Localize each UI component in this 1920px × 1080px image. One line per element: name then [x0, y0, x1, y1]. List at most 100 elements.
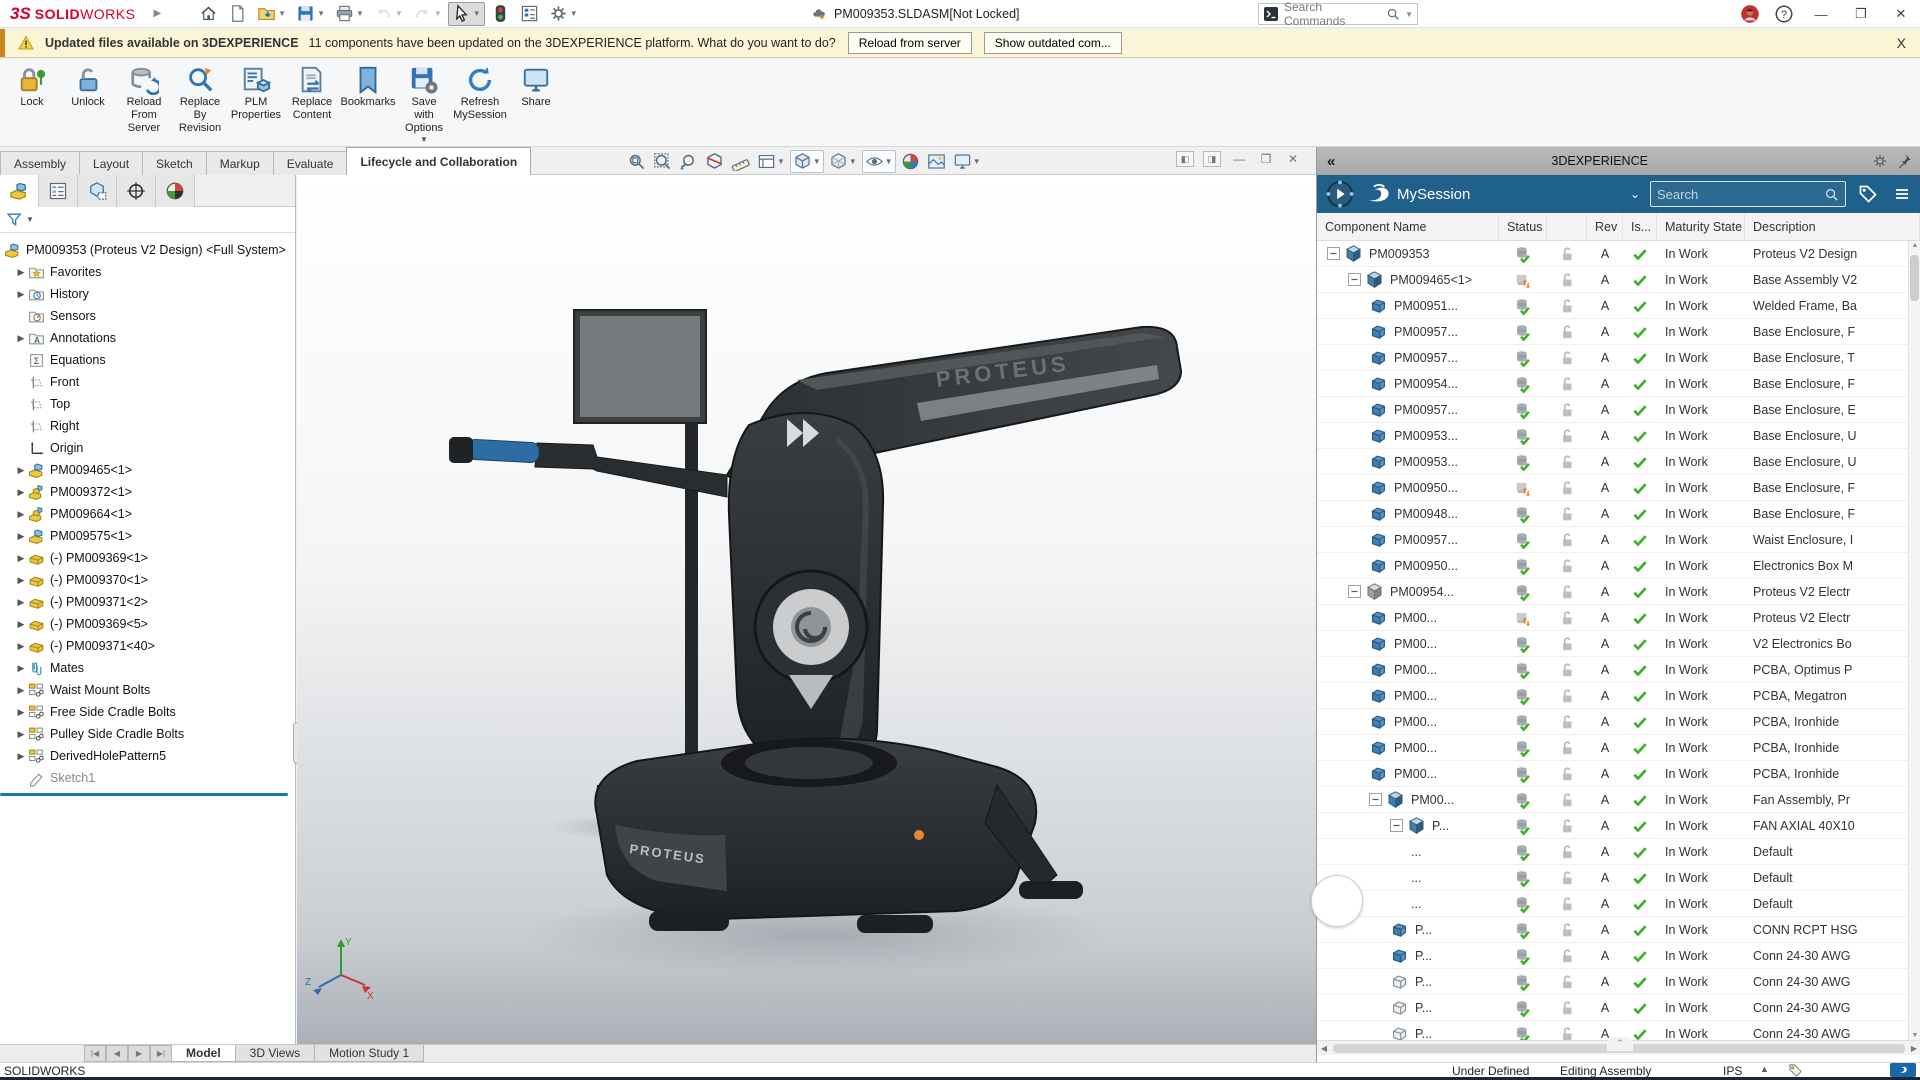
filter-caret-icon[interactable]: ▼ — [26, 215, 34, 224]
viewport-close-icon[interactable]: ✕ — [1284, 151, 1302, 167]
tab-last-icon[interactable]: ▶| — [150, 1045, 172, 1062]
hud-monitor-button[interactable]: ▼ — [951, 151, 983, 172]
open-button[interactable]: ▼ — [253, 2, 290, 26]
tree-item-history[interactable]: ▶ History — [0, 283, 295, 305]
model-tab-motion-study-1[interactable]: Motion Study 1 — [314, 1045, 425, 1062]
featuremanager-tab-pt-asm[interactable] — [0, 175, 39, 207]
hud-scene-button[interactable] — [925, 151, 948, 172]
component-row-[interactable]: ... A In Work Default — [1317, 839, 1920, 865]
collapse-box-icon[interactable] — [1390, 819, 1403, 832]
expand-arrow-icon[interactable]: ▶ — [14, 267, 28, 278]
component-row-pm00[interactable]: PM00... A In Work Fan Assembly, Pr — [1317, 787, 1920, 813]
dock-left-icon[interactable]: ◧ — [1176, 151, 1194, 167]
notification-close-icon[interactable]: X — [1897, 35, 1906, 51]
component-row-p[interactable]: P... A In Work Conn 24-30 AWG — [1317, 943, 1920, 969]
tree-item-equations[interactable]: Σ Equations — [0, 349, 295, 371]
save-caret-icon[interactable]: ▼ — [317, 9, 325, 18]
component-row-pm00953[interactable]: PM00953... A In Work Base Enclosure, U — [1317, 449, 1920, 475]
hud-section-button[interactable] — [703, 151, 726, 172]
component-row-p[interactable]: P... A In Work CONN RCPT HSG — [1317, 917, 1920, 943]
3dcompass-icon[interactable] — [1325, 179, 1355, 209]
dock-right-icon[interactable]: ◨ — [1203, 151, 1221, 167]
component-row-p[interactable]: P... A In Work Conn 24-30 AWG — [1317, 995, 1920, 1021]
expand-arrow-icon[interactable]: ▶ — [14, 531, 28, 542]
tab-sketch[interactable]: Sketch — [142, 151, 207, 175]
featuremanager-tab-pt-cfg[interactable] — [78, 175, 117, 207]
viewport-restore-icon[interactable]: ❐ — [1257, 151, 1275, 167]
gear-caret-icon[interactable]: ▼ — [570, 9, 578, 18]
model-tab-model[interactable]: Model — [171, 1045, 236, 1062]
component-row-pm00957[interactable]: PM00957... A In Work Base Enclosure, F — [1317, 319, 1920, 345]
featuremanager-tab-pt-dm[interactable] — [156, 175, 195, 207]
expand-arrow-icon[interactable]: ▶ — [14, 751, 28, 762]
expand-arrow-icon[interactable]: ▶ — [14, 663, 28, 674]
collapse-box-icon[interactable] — [1348, 585, 1361, 598]
hud-zoomfit-button[interactable] — [625, 151, 648, 172]
share-button[interactable]: Share — [510, 63, 562, 108]
component-row-[interactable]: ... A In Work Default — [1317, 865, 1920, 891]
component-row-[interactable]: ... A In Work Default — [1317, 891, 1920, 917]
tree-item-sketch1[interactable]: Sketch1 — [0, 767, 295, 789]
gear-button[interactable]: ▼ — [545, 2, 582, 26]
open-caret-icon[interactable]: ▼ — [278, 9, 286, 18]
tab-lifecycle-and-collaboration[interactable]: Lifecycle and Collaboration — [346, 147, 532, 175]
mysession-caret-icon[interactable]: ⌄ — [1630, 187, 1640, 201]
tree-item-pm009575-1[interactable]: ▶ PM009575<1> — [0, 525, 295, 547]
component-row-pm009465-1[interactable]: PM009465<1> A In Work Base Assembly V2 — [1317, 267, 1920, 293]
model-tab-3d-views[interactable]: 3D Views — [234, 1045, 316, 1062]
bookmarks-button[interactable]: Bookmarks — [340, 63, 396, 108]
hud-sheet-caret-icon[interactable]: ▼ — [777, 157, 785, 166]
panel-expand-chevron-icon[interactable]: ⌃ — [1607, 1037, 1633, 1051]
component-row-pm00950[interactable]: PM00950... A In Work Base Enclosure, F — [1317, 475, 1920, 501]
hud-zoomarea-button[interactable] — [651, 151, 674, 172]
help-icon[interactable]: ? — [1774, 4, 1794, 24]
tree-item-favorites[interactable]: ▶ Favorites — [0, 261, 295, 283]
show-outdated-button[interactable]: Show outdated com... — [983, 32, 1122, 54]
redo-button[interactable]: ▼ — [409, 2, 446, 26]
expand-arrow-icon[interactable]: ▶ — [14, 707, 28, 718]
tree-item-pm009369-1[interactable]: ▶ (-) PM009369<1> — [0, 547, 295, 569]
tab-first-icon[interactable]: |◀ — [84, 1045, 106, 1062]
filter-funnel-icon[interactable] — [6, 211, 23, 228]
expand-arrow-icon[interactable]: ▶ — [14, 553, 28, 564]
undo-caret-icon[interactable]: ▼ — [395, 9, 403, 18]
unlock-button[interactable]: Unlock — [62, 63, 114, 108]
tree-item-free-side-cradle-bolts[interactable]: ▶ Free Side Cradle Bolts — [0, 701, 295, 723]
tree-item-waist-mount-bolts[interactable]: ▶ Waist Mount Bolts — [0, 679, 295, 701]
listicon-button[interactable] — [516, 2, 543, 26]
expand-arrow-icon[interactable]: ▶ — [14, 619, 28, 630]
component-row-pm00957[interactable]: PM00957... A In Work Base Enclosure, E — [1317, 397, 1920, 423]
refresh-mysession-button[interactable]: Refresh MySession — [453, 63, 507, 121]
expand-arrow-icon[interactable]: ▶ — [14, 597, 28, 608]
hud-monitor-caret-icon[interactable]: ▼ — [973, 157, 981, 166]
featuremanager-tab-pt-pm[interactable] — [39, 175, 78, 207]
tree-item-pm009371-40[interactable]: ▶ (-) PM009371<40> — [0, 635, 295, 657]
hud-style-caret-icon[interactable]: ▼ — [849, 157, 857, 166]
panel-search-box[interactable]: Search — [1650, 181, 1846, 207]
traffic-button[interactable] — [487, 2, 514, 26]
component-row-pm00954[interactable]: PM00954... A In Work Base Enclosure, F — [1317, 371, 1920, 397]
hud-cube-caret-icon[interactable]: ▼ — [813, 157, 821, 166]
tree-item-derivedholepattern5[interactable]: ▶ DerivedHolePattern5 — [0, 745, 295, 767]
tree-item-pm009371-2[interactable]: ▶ (-) PM009371<2> — [0, 591, 295, 613]
tab-layout[interactable]: Layout — [79, 151, 144, 175]
tree-item-pm009353-proteus-v2-design-full-system[interactable]: PM009353 (Proteus V2 Design) <Full Syste… — [0, 239, 295, 261]
collapse-box-icon[interactable] — [1369, 793, 1382, 806]
expand-arrow-icon[interactable]: ▶ — [14, 333, 28, 344]
column-header-status[interactable]: Status — [1499, 213, 1547, 240]
component-row-pm00948[interactable]: PM00948... A In Work Base Enclosure, F — [1317, 501, 1920, 527]
hscroll-right-icon[interactable]: ▶ — [1907, 1044, 1920, 1053]
close-button[interactable]: ✕ — [1888, 4, 1914, 24]
cursor-button[interactable]: ▼ — [447, 1, 485, 26]
column-header-maturity-state[interactable]: Maturity State — [1657, 213, 1745, 240]
tree-item-pulley-side-cradle-bolts[interactable]: ▶ Pulley Side Cradle Bolts — [0, 723, 295, 745]
hud-ball-button[interactable] — [899, 151, 922, 172]
reload-from-server-button[interactable]: Reload From Server — [118, 63, 170, 134]
home-button[interactable] — [195, 2, 222, 26]
statusbar-units[interactable]: IPS — [1723, 1064, 1742, 1078]
hud-style-button[interactable]: ▼ — [827, 151, 859, 172]
table-horizontal-scrollbar[interactable]: ◀ ▶ ⌃ — [1317, 1037, 1920, 1055]
tree-item-right[interactable]: Right — [0, 415, 295, 437]
panel-pin-icon[interactable] — [1896, 153, 1912, 169]
component-row-pm00[interactable]: PM00... A In Work PCBA, Ironhide — [1317, 709, 1920, 735]
